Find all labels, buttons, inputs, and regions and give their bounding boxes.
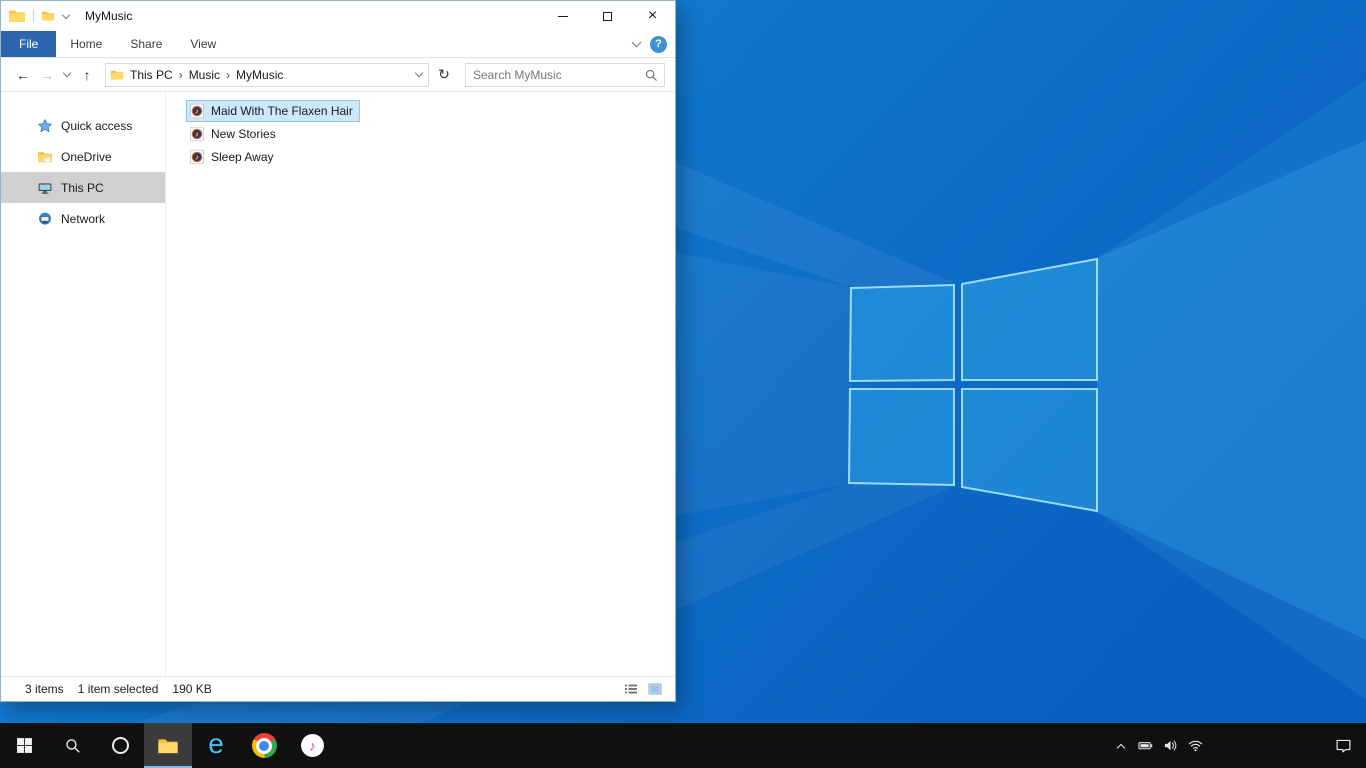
- status-bar: 3 items 1 item selected 190 KB: [1, 676, 675, 701]
- tray-expand-button[interactable]: [1108, 723, 1133, 768]
- ribbon-collapse-chevron-icon[interactable]: [631, 37, 642, 48]
- windows-logo-icon: [16, 737, 33, 754]
- quick-access-toolbar-chevron-down-icon[interactable]: [61, 10, 71, 19]
- taskbar-search-button[interactable]: [48, 723, 96, 768]
- file-explorer-window: MyMusic × File Home Share View ? ← → ↑ T…: [0, 0, 676, 702]
- maximize-button[interactable]: [585, 1, 630, 31]
- breadcrumb-music[interactable]: Music: [183, 68, 226, 82]
- taskbar-file-explorer-button[interactable]: [144, 723, 192, 768]
- selection-status: 1 item selected: [77, 682, 159, 696]
- tray-volume-button[interactable]: [1158, 723, 1183, 768]
- minimize-button[interactable]: [540, 1, 585, 31]
- tab-view[interactable]: View: [176, 31, 230, 57]
- up-button[interactable]: ↑: [75, 67, 99, 83]
- taskbar-cortana-button[interactable]: [96, 723, 144, 768]
- tab-home[interactable]: Home: [56, 31, 116, 57]
- address-folder-icon: [110, 68, 124, 82]
- system-tray: [1108, 723, 1366, 768]
- sidebar-item-onedrive[interactable]: OneDrive: [1, 141, 165, 172]
- recent-locations-chevron-icon[interactable]: [59, 68, 75, 78]
- sidebar-item-label: OneDrive: [61, 149, 112, 164]
- navigation-pane: Quick access OneDrive This PC Network: [1, 92, 166, 676]
- network-icon: [37, 211, 53, 227]
- tab-file[interactable]: File: [1, 31, 57, 57]
- taskbar: e: [0, 723, 1366, 768]
- file-name: Maid With The Flaxen Hair: [211, 104, 353, 118]
- star-icon: [37, 118, 53, 134]
- items-count: 3 items: [25, 682, 64, 696]
- address-dropdown-chevron-icon[interactable]: [410, 68, 428, 78]
- music-file-icon: [189, 103, 205, 119]
- selection-size: 190 KB: [172, 682, 212, 696]
- breadcrumb-this-pc[interactable]: This PC: [124, 68, 179, 82]
- maximize-icon: [603, 11, 612, 21]
- taskbar-spacer: [336, 723, 1108, 768]
- wifi-icon: [1188, 738, 1203, 753]
- file-list[interactable]: Maid With The Flaxen Hair New Stories Sl…: [166, 92, 675, 676]
- file-item-new-stories[interactable]: New Stories: [186, 123, 283, 145]
- thumbnail-view-icon[interactable]: [647, 681, 663, 697]
- sidebar-item-quick-access[interactable]: Quick access: [1, 110, 165, 141]
- ribbon-tab-bar: File Home Share View ?: [1, 31, 675, 58]
- minimize-icon: [557, 15, 568, 17]
- chevron-up-icon: [1116, 743, 1125, 752]
- close-button[interactable]: ×: [630, 1, 675, 31]
- action-center-icon: [1335, 737, 1352, 754]
- search-box[interactable]: [465, 62, 665, 87]
- file-item-maid-with-the-flaxen-hair[interactable]: Maid With The Flaxen Hair: [186, 100, 360, 122]
- onedrive-folder-icon: [37, 149, 53, 165]
- titlebar[interactable]: MyMusic ×: [1, 1, 675, 31]
- address-bar-row: ← → ↑ This PC › Music › MyMusic ↻: [1, 58, 675, 92]
- taskbar-itunes-button[interactable]: [288, 723, 336, 768]
- file-name: Sleep Away: [211, 150, 274, 164]
- tray-battery-button[interactable]: [1133, 723, 1158, 768]
- view-toggles: [623, 681, 663, 697]
- sidebar-item-label: Network: [61, 211, 106, 226]
- window-controls: ×: [540, 1, 675, 31]
- address-bar[interactable]: This PC › Music › MyMusic: [105, 62, 429, 87]
- sidebar-item-label: Quick access: [61, 118, 133, 133]
- tray-network-button[interactable]: [1183, 723, 1208, 768]
- action-center-button[interactable]: [1320, 737, 1366, 754]
- details-view-icon[interactable]: [623, 681, 639, 697]
- help-button[interactable]: ?: [650, 35, 667, 53]
- search-icon[interactable]: [644, 68, 658, 82]
- close-icon: ×: [647, 7, 658, 24]
- quick-access-toolbar-folder-icon[interactable]: [41, 9, 55, 23]
- internet-explorer-icon: e: [208, 727, 224, 759]
- start-button[interactable]: [0, 723, 48, 768]
- sidebar-item-network[interactable]: Network: [1, 203, 165, 234]
- explorer-body: Quick access OneDrive This PC Network Ma…: [1, 92, 675, 676]
- search-icon: [64, 737, 81, 754]
- window-title: MyMusic: [85, 9, 133, 23]
- chrome-icon: [251, 733, 277, 758]
- file-name: New Stories: [211, 127, 276, 141]
- sidebar-item-label: This PC: [61, 180, 104, 195]
- sidebar-item-this-pc[interactable]: This PC: [1, 172, 165, 203]
- file-explorer-icon: [155, 735, 181, 757]
- taskbar-internet-explorer-button[interactable]: e: [192, 723, 240, 768]
- music-file-icon: [189, 149, 205, 165]
- desktop: MyMusic × File Home Share View ? ← → ↑ T…: [0, 0, 1366, 768]
- titlebar-separator: [33, 9, 34, 23]
- window-folder-icon: [8, 7, 26, 25]
- battery-icon: [1138, 738, 1153, 753]
- breadcrumb-mymusic[interactable]: MyMusic: [230, 68, 289, 82]
- taskbar-chrome-button[interactable]: [240, 723, 288, 768]
- cortana-circle-icon: [111, 737, 129, 754]
- tab-share[interactable]: Share: [116, 31, 176, 57]
- file-item-sleep-away[interactable]: Sleep Away: [186, 146, 281, 168]
- speaker-icon: [1163, 738, 1178, 753]
- search-input[interactable]: [466, 67, 642, 82]
- music-file-icon: [189, 126, 205, 142]
- back-button[interactable]: ←: [11, 67, 35, 83]
- monitor-icon: [37, 180, 53, 196]
- itunes-icon: [300, 733, 325, 758]
- forward-button[interactable]: →: [35, 67, 59, 83]
- refresh-button[interactable]: ↻: [433, 66, 455, 83]
